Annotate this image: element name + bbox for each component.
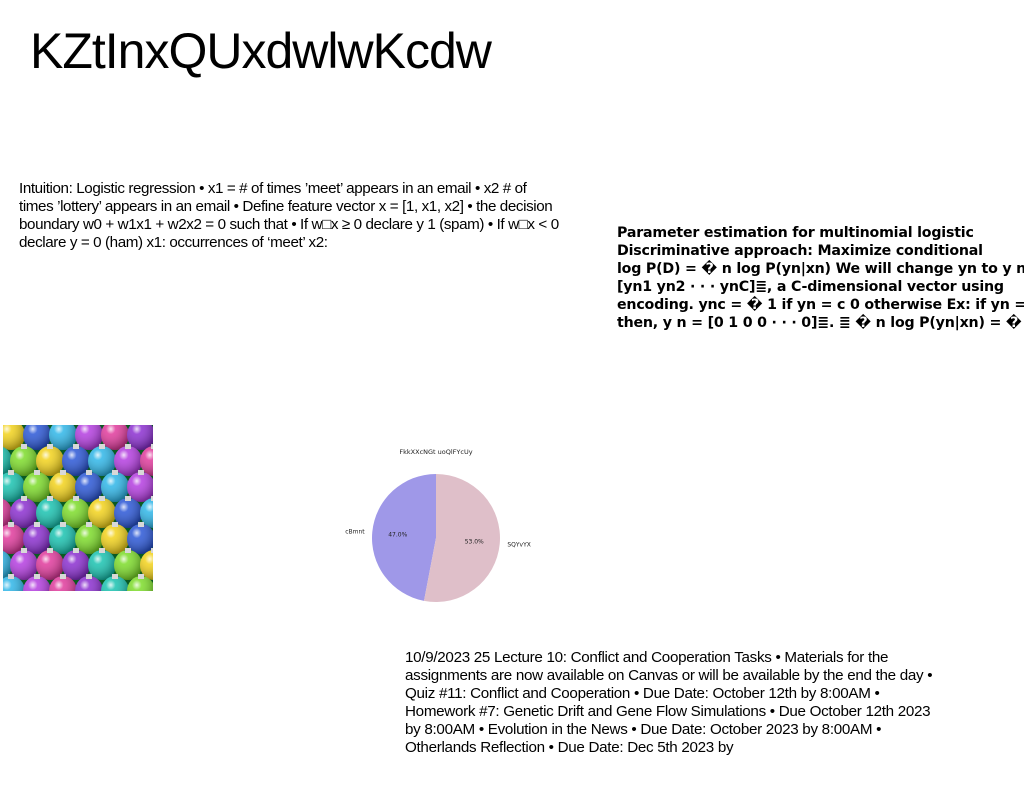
text-line: encoding. ync = � 1 if yn = c 0 otherwis… [617, 297, 1024, 313]
slice-category-label: SQYvYX [507, 542, 531, 549]
slice-value-label: 47.0% [388, 531, 407, 538]
slice-value-label: 53.0% [465, 539, 484, 546]
text-line: then, y n = [0 1 0 0 · · · 0]≣. ≣ � n lo… [617, 315, 1024, 331]
colorful-ornaments-image [3, 425, 153, 591]
lecture-tasks-text: 10/9/2023 25 Lecture 10: Conflict and Co… [405, 649, 933, 756]
slide-title: KZtInxQUxdwlwKcdw [30, 23, 492, 79]
text-line: Parameter estimation for multinomial log… [617, 225, 974, 241]
text-line: Discriminative approach: Maximize condit… [617, 243, 983, 259]
logistic-regression-text: Intuition: Logistic regression • x1 = # … [19, 180, 559, 251]
multinomial-estimation-text: Parameter estimation for multinomial log… [617, 224, 1024, 336]
text-line: log P(D) = � n log P(yn|xn) We will chan… [617, 261, 1024, 277]
text-line: [yn1 yn2 · · · ynC]≣, a C-dimensional ve… [617, 279, 1004, 295]
chart-title: FkkXXcNGt uoQlFYcUy [399, 448, 472, 456]
pie-chart: FkkXXcNGt uoQlFYcUy 47.0% cBmnt 53.0% SQYvY… [340, 440, 540, 620]
slice-category-label: cBmnt [345, 528, 365, 535]
